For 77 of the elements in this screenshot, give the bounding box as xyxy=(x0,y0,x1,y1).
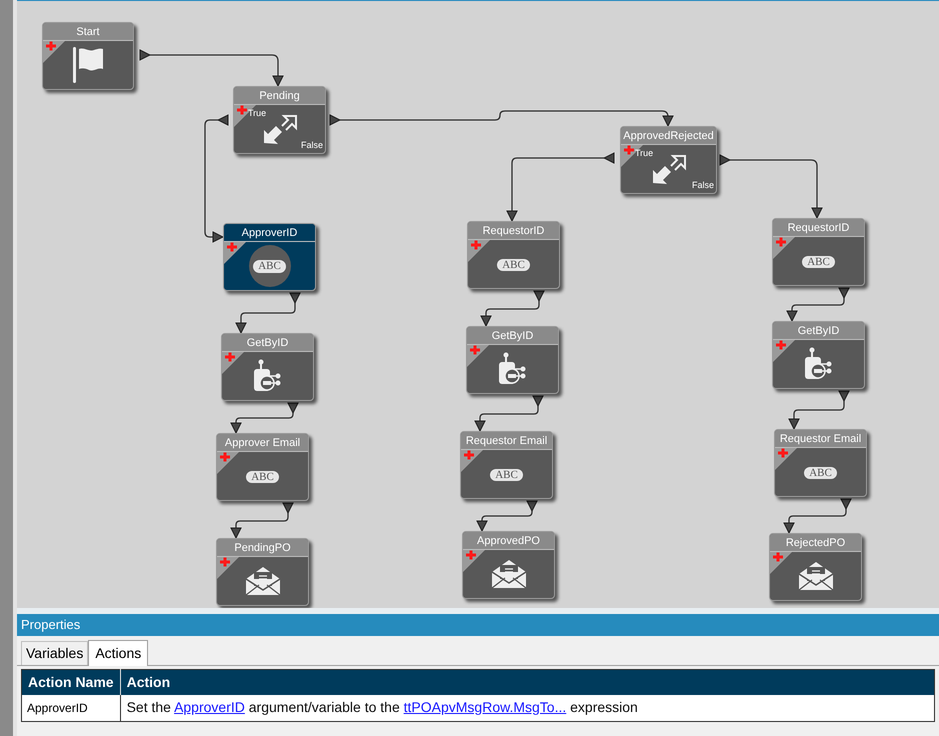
add-corner-icon[interactable] xyxy=(770,552,792,574)
tab[interactable]: Variables xyxy=(21,641,88,665)
properties-header: Properties xyxy=(17,614,939,636)
node-title: ApprovedRejected xyxy=(621,127,716,145)
workflow-node[interactable]: Requestor Email ABC xyxy=(460,431,553,499)
abc-badge: ABC xyxy=(490,469,523,481)
workflow-node[interactable]: RejectedPO xyxy=(769,533,862,601)
abc-badge: ABC xyxy=(802,256,835,268)
envelope-icon xyxy=(490,559,526,589)
tab[interactable]: Actions xyxy=(88,640,148,666)
column-header: Action xyxy=(120,670,934,694)
false-label: False xyxy=(300,138,323,152)
connector xyxy=(474,396,544,432)
envelope-icon xyxy=(798,561,834,591)
action-description: Set the ApproverID argument/variable to the ttPOApvMsgRow.MsgTo... expression xyxy=(126,698,638,715)
add-corner-icon[interactable] xyxy=(773,237,795,259)
connector xyxy=(784,498,852,534)
workflow-node[interactable]: GetByID xyxy=(466,326,559,394)
node-title: RejectedPO xyxy=(770,534,861,552)
add-corner-icon[interactable] xyxy=(773,340,795,362)
add-corner-icon[interactable] xyxy=(224,242,246,264)
node-title: PendingPO xyxy=(217,539,308,557)
workflow-node[interactable]: RequestorID ABC xyxy=(772,218,865,286)
false-label: False xyxy=(692,178,714,192)
envelope-icon xyxy=(244,566,280,596)
true-label: True xyxy=(248,107,266,120)
workflow-node[interactable]: ApprovedRejected True False xyxy=(620,126,717,194)
node-title: ApproverID xyxy=(224,224,315,242)
workflow-node[interactable]: Pending True False xyxy=(233,86,326,154)
connector xyxy=(788,390,850,430)
abc-badge: ABC xyxy=(246,471,279,483)
node-title: GetByID xyxy=(222,334,313,352)
connector xyxy=(786,288,850,322)
true-label: True xyxy=(635,147,654,160)
workflow-node[interactable]: ApprovedPO xyxy=(462,531,555,599)
add-corner-icon[interactable] xyxy=(461,450,483,472)
service-icon xyxy=(498,352,528,386)
service-icon xyxy=(252,359,282,393)
add-corner-icon[interactable] xyxy=(467,345,489,367)
node-title: Requestor Email xyxy=(461,432,552,450)
add-corner-icon[interactable] xyxy=(463,550,485,572)
link[interactable]: ApproverID xyxy=(174,698,245,715)
node-title: GetByID xyxy=(467,327,558,345)
workflow-node[interactable]: Start xyxy=(42,22,134,90)
connector xyxy=(480,290,544,326)
node-title: Start xyxy=(43,23,133,41)
add-corner-icon[interactable] xyxy=(775,448,797,470)
node-title: RequestorID xyxy=(773,219,864,237)
workflow-node[interactable]: Requestor Email ABC xyxy=(774,429,867,497)
node-title: RequestorID xyxy=(468,222,559,240)
add-corner-icon[interactable] xyxy=(43,41,65,63)
flag-icon xyxy=(72,46,104,84)
abc-badge: ABC xyxy=(253,260,286,272)
node-title: ApprovedPO xyxy=(463,532,554,550)
link[interactable]: ttPOApvMsgRow.MsgTo... xyxy=(404,698,566,715)
abc-badge: ABC xyxy=(804,467,837,479)
node-title: Requestor Email xyxy=(775,430,866,448)
add-corner-icon[interactable] xyxy=(222,352,244,374)
workflow-node[interactable]: ApproverID ABC xyxy=(223,223,316,291)
service-icon xyxy=(804,347,834,381)
node-title: Pending xyxy=(234,87,325,105)
connector xyxy=(230,502,294,538)
workflow-node[interactable]: Approver Email ABC xyxy=(216,433,309,501)
add-corner-icon[interactable] xyxy=(217,452,239,474)
connector xyxy=(230,402,298,434)
table-cell: ApproverID xyxy=(22,694,120,722)
connector xyxy=(236,292,300,334)
node-title: Approver Email xyxy=(217,434,308,452)
workflow-node[interactable]: PendingPO xyxy=(216,538,309,606)
add-corner-icon[interactable] xyxy=(468,240,490,262)
node-title: GetByID xyxy=(773,322,864,340)
abc-badge: ABC xyxy=(497,259,530,271)
workflow-node[interactable]: RequestorID ABC xyxy=(467,221,560,289)
workflow-node[interactable]: GetByID xyxy=(772,321,865,389)
connector xyxy=(476,500,538,532)
add-corner-icon[interactable] xyxy=(217,557,239,579)
workflow-node[interactable]: GetByID xyxy=(221,333,314,401)
